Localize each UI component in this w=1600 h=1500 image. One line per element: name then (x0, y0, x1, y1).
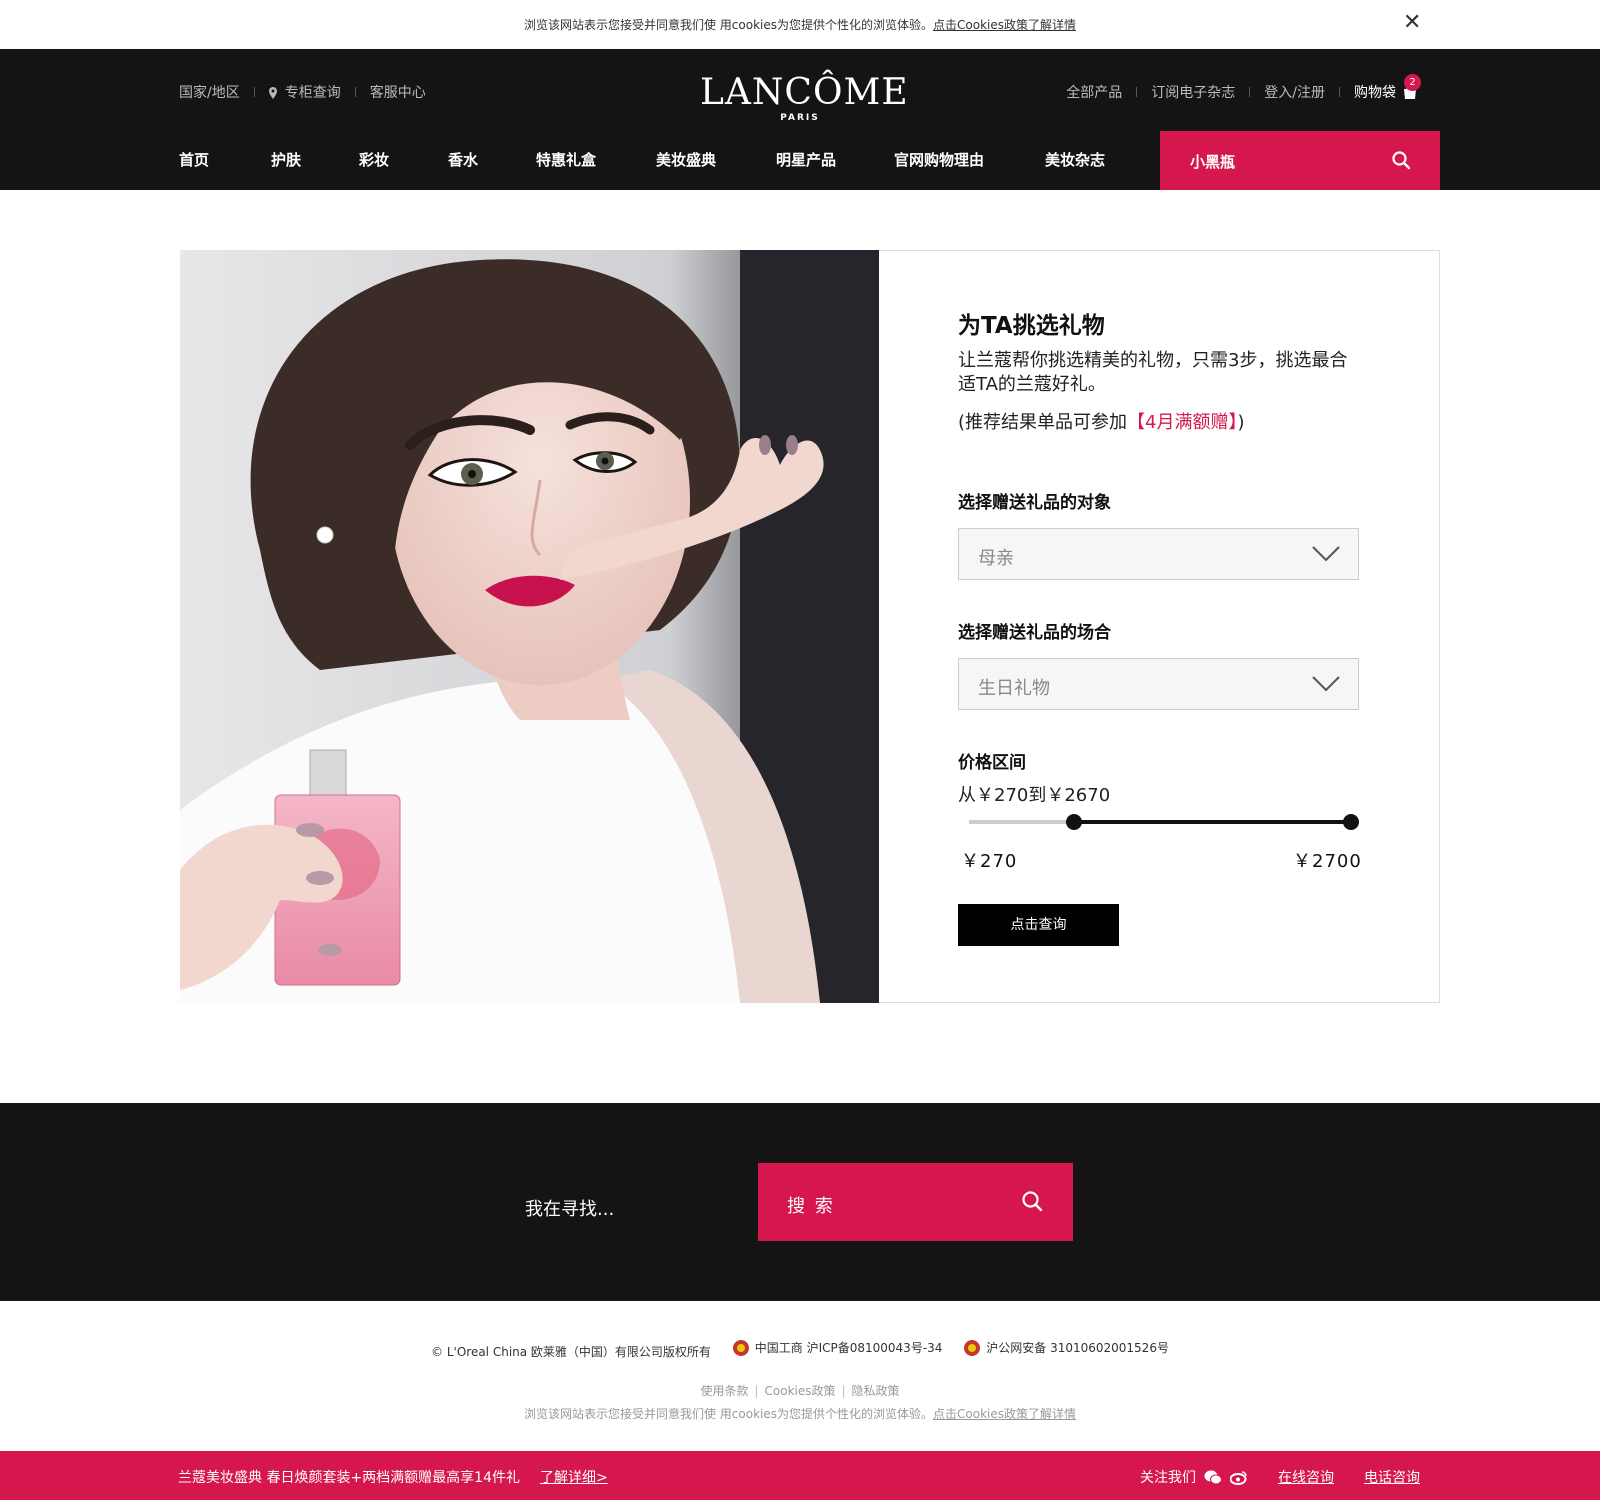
copyright: © L'Oreal China 欧莱雅（中国）有限公司版权所有 (431, 1344, 711, 1359)
gift-finder-title: 为TA挑选礼物 (958, 313, 1105, 339)
location-pin-icon (268, 87, 277, 99)
promo-bar: 兰蔻美妆盛典 春日焕颜套装+两档满额赠最高享14件礼 了解详细> 关注我们 在线咨… (0, 1451, 1600, 1500)
login-register-link[interactable]: 登入/注册 (1264, 82, 1325, 102)
chevron-down-icon (1312, 676, 1340, 692)
search-icon[interactable] (1021, 1190, 1043, 1212)
slider-selected-range (1074, 820, 1351, 824)
cookie-notice: 浏览该网站表示您接受并同意我们使 用cookies为您提供个性化的浏览体验。点击… (0, 16, 1600, 33)
cookie-bar: 浏览该网站表示您接受并同意我们使 用cookies为您提供个性化的浏览体验。点击… (0, 0, 1600, 49)
privacy-policy-link[interactable]: 隐私政策 (852, 1384, 900, 1398)
slider-max-handle[interactable] (1343, 814, 1359, 830)
nav-item-magazine[interactable]: 美妆杂志 (1045, 149, 1105, 170)
newsletter-link[interactable]: 订阅电子杂志 (1151, 82, 1235, 102)
divider (1249, 87, 1251, 97)
police-record[interactable]: 沪公网安备 31010602001526号 (964, 1339, 1169, 1356)
emblem-icon (732, 1339, 749, 1356)
recipient-label: 选择赠送礼品的对象 (958, 493, 1111, 513)
slider-min-handle[interactable] (1066, 814, 1082, 830)
header-search-input[interactable]: 小黑瓶 (1190, 151, 1235, 172)
nav-item-why-shop[interactable]: 官网购物理由 (894, 149, 1045, 170)
cookie-policy-link[interactable]: 点击Cookies政策了解详情 (933, 18, 1076, 32)
nav-item-gift-sets[interactable]: 特惠礼盒 (536, 149, 656, 170)
cart-count-badge: 2 (1404, 74, 1421, 91)
store-locator-link[interactable]: 专柜查询 (285, 82, 341, 102)
nav-item-makeup[interactable]: 彩妆 (359, 149, 448, 170)
footer-cookie-link[interactable]: 点击Cookies政策了解详情 (933, 1407, 1076, 1421)
footer-search-box[interactable]: 搜 索 (758, 1163, 1073, 1241)
gift-finder-panel: 为TA挑选礼物 让兰蔻帮你挑选精美的礼物，只需3步，挑选最合适TA的兰蔻好礼。 … (879, 250, 1440, 1003)
police-badge-icon (964, 1339, 981, 1356)
terms-link[interactable]: 使用条款 (700, 1384, 748, 1398)
divider (354, 87, 356, 97)
cookies-policy-link[interactable]: Cookies政策 (765, 1384, 836, 1398)
promo-note-prefix: (推荐结果单品可参加 (958, 412, 1128, 433)
gift-finder-description: 让兰蔻帮你挑选精美的礼物，只需3步，挑选最合适TA的兰蔻好礼。 (958, 350, 1348, 395)
divider: | (841, 1384, 846, 1398)
nav-item-beauty-festival[interactable]: 美妆盛典 (656, 149, 776, 170)
query-button[interactable]: 点击查询 (958, 904, 1119, 946)
promo-text: 兰蔻美妆盛典 春日焕颜套装+两档满额赠最高享14件礼 (178, 1470, 520, 1486)
hero-portrait-image (180, 250, 879, 1003)
promo-left: 兰蔻美妆盛典 春日焕颜套装+两档满额赠最高享14件礼 了解详细> (178, 1467, 608, 1487)
weibo-icon[interactable] (1230, 1470, 1248, 1485)
police-text: 沪公网安备 31010602001526号 (986, 1341, 1169, 1355)
promo-note-suffix: ) (1237, 412, 1245, 433)
wechat-icon[interactable] (1204, 1470, 1222, 1485)
footer-search-input[interactable]: 搜 索 (787, 1192, 835, 1218)
slider-max-label: ￥2700 (1293, 851, 1362, 872)
slider-min-label: ￥270 (961, 851, 1018, 872)
utility-nav-right: 全部产品 订阅电子杂志 登入/注册 购物袋 (1066, 82, 1418, 102)
cookie-text: 浏览该网站表示您接受并同意我们使 用cookies为您提供个性化的浏览体验。 (523, 18, 934, 32)
nav-item-skincare[interactable]: 护肤 (271, 149, 359, 170)
promo-note: (推荐结果单品可参加【4月满额赠】) (958, 408, 1245, 434)
footer-cookie-notice: 浏览该网站表示您接受并同意我们使 用cookies为您提供个性化的浏览体验。点击… (0, 1405, 1600, 1422)
icp-record[interactable]: 中国工商 沪ICP备08100043号-34 (732, 1339, 943, 1356)
logo-wordmark: LANCÔME (700, 72, 909, 113)
follow-us-label: 关注我们 (1140, 1470, 1196, 1486)
utility-nav-left: 国家/地区 专柜查询 客服中心 (179, 82, 426, 102)
divider (1136, 87, 1138, 97)
promo-more-link[interactable]: 了解详细> (540, 1470, 608, 1486)
logo-subtitle: PARIS (780, 113, 820, 123)
divider: | (754, 1384, 759, 1398)
model-with-perfume-illustration (180, 250, 879, 1003)
recipient-select[interactable]: 母亲 (958, 528, 1359, 580)
all-products-link[interactable]: 全部产品 (1066, 82, 1122, 102)
search-icon[interactable] (1391, 150, 1411, 170)
close-icon[interactable]: ✕ (1403, 12, 1421, 34)
price-slider[interactable] (969, 814, 1359, 830)
divider (253, 87, 255, 97)
nav-item-star-products[interactable]: 明星产品 (776, 149, 894, 170)
occasion-select[interactable]: 生日礼物 (958, 658, 1359, 710)
main-nav: 首页 护肤 彩妆 香水 特惠礼盒 美妆盛典 明星产品 官网购物理由 美妆杂志 (179, 149, 1105, 170)
recipient-selected-value: 母亲 (978, 548, 1014, 569)
nav-item-home[interactable]: 首页 (179, 149, 271, 170)
footer-cookie-text: 浏览该网站表示您接受并同意我们使 用cookies为您提供个性化的浏览体验。 (523, 1407, 934, 1421)
chevron-down-icon (1312, 546, 1340, 562)
price-range-text: 从￥270到￥2670 (958, 785, 1111, 806)
nav-item-fragrance[interactable]: 香水 (448, 149, 536, 170)
phone-consult-link[interactable]: 电话咨询 (1364, 1467, 1420, 1487)
country-region-link[interactable]: 国家/地区 (179, 82, 240, 102)
customer-service-link[interactable]: 客服中心 (370, 82, 426, 102)
brand-logo[interactable]: LANCÔME PARIS (700, 72, 909, 124)
promo-note-highlight[interactable]: 【4月满额赠】 (1127, 412, 1237, 433)
divider (1339, 87, 1340, 97)
icp-text: 中国工商 沪ICP备08100043号-34 (754, 1341, 943, 1355)
price-label: 价格区间 (958, 753, 1026, 773)
header-search[interactable]: 小黑瓶 (1160, 131, 1440, 190)
footer-search-band: 我在寻找... 搜 索 (0, 1103, 1600, 1301)
occasion-label: 选择赠送礼品的场合 (958, 623, 1111, 643)
promo-right: 关注我们 在线咨询 电话咨询 (1140, 1467, 1420, 1487)
footer-search-label: 我在寻找... (525, 1199, 615, 1220)
site-header: 国家/地区 专柜查询 客服中心 LANCÔME PARIS 全部产品 订阅电子杂… (0, 49, 1600, 190)
legal-info: © L'Oreal China 欧莱雅（中国）有限公司版权所有 中国工商 沪IC… (0, 1339, 1600, 1360)
cart-label: 购物袋 (1354, 85, 1396, 101)
legal-links: 使用条款 | Cookies政策 | 隐私政策 (0, 1382, 1600, 1399)
online-consult-link[interactable]: 在线咨询 (1278, 1467, 1334, 1487)
occasion-selected-value: 生日礼物 (978, 678, 1050, 699)
